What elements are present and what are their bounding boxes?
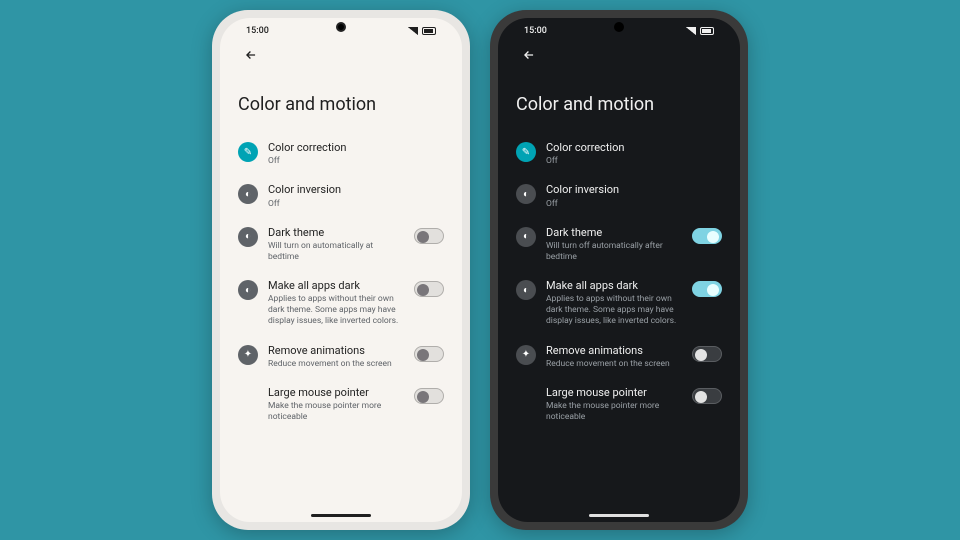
row-dark-theme[interactable]: ◐ Dark theme Will turn off automatically… [512,218,726,271]
signal-icon [408,27,418,35]
contrast-icon: ◐ [516,184,536,204]
toggle-make-all-apps-dark[interactable] [414,281,444,297]
toggle-remove-animations[interactable] [414,346,444,362]
status-icons [686,27,714,35]
moon-icon: ◐ [238,280,258,300]
label: Remove animations [546,344,678,358]
row-color-inversion[interactable]: ◐ Color inversion Off [512,175,726,217]
sparkle-icon: ✦ [516,345,536,365]
toggle-dark-theme[interactable] [414,228,444,244]
moon-icon: ◐ [516,280,536,300]
home-indicator[interactable] [589,514,649,517]
row-remove-animations[interactable]: ✦ Remove animations Reduce movement on t… [234,336,448,378]
toggle-make-all-apps-dark[interactable] [692,281,722,297]
phone-light: 15:00 Color and motion ✎ Color correctio… [212,10,470,530]
battery-icon [700,27,714,35]
back-button[interactable] [240,44,262,66]
subtext: Off [268,199,440,210]
row-large-mouse-pointer[interactable]: Large mouse pointer Make the mouse point… [512,378,726,431]
pencil-icon: ✎ [516,142,536,162]
status-time: 15:00 [524,26,547,36]
toggle-dark-theme[interactable] [692,228,722,244]
row-color-inversion[interactable]: ◐ Color inversion Off [234,175,448,217]
subtext: Will turn off automatically after bedtim… [546,241,678,263]
screen: 15:00 Color and motion ✎ Color correctio… [220,18,462,522]
label: Large mouse pointer [268,386,400,400]
sparkle-icon: ✦ [238,345,258,365]
label: Color correction [268,141,440,155]
page-title: Color and motion [234,66,448,133]
home-indicator[interactable] [311,514,371,517]
subtext: Off [268,156,440,167]
moon-icon: ◐ [238,227,258,247]
subtext: Applies to apps without their own dark t… [268,294,400,327]
pencil-icon: ✎ [238,142,258,162]
phone-dark: 15:00 Color and motion ✎ Color correctio… [490,10,748,530]
label: Color inversion [546,183,718,197]
row-make-all-apps-dark[interactable]: ◐ Make all apps dark Applies to apps wit… [234,271,448,335]
label: Color inversion [268,183,440,197]
status-icons [408,27,436,35]
subtext: Make the mouse pointer more noticeable [546,401,678,423]
contrast-icon: ◐ [238,184,258,204]
row-color-correction[interactable]: ✎ Color correction Off [234,133,448,175]
row-large-mouse-pointer[interactable]: Large mouse pointer Make the mouse point… [234,378,448,431]
page-title: Color and motion [512,66,726,133]
label: Remove animations [268,344,400,358]
camera-cutout [336,22,346,32]
row-make-all-apps-dark[interactable]: ◐ Make all apps dark Applies to apps wit… [512,271,726,335]
subtext: Off [546,156,718,167]
subtext: Reduce movement on the screen [546,359,678,370]
row-dark-theme[interactable]: ◐ Dark theme Will turn on automatically … [234,218,448,271]
row-remove-animations[interactable]: ✦ Remove animations Reduce movement on t… [512,336,726,378]
toggle-remove-animations[interactable] [692,346,722,362]
subtext: Reduce movement on the screen [268,359,400,370]
label: Make all apps dark [268,279,400,293]
subtext: Applies to apps without their own dark t… [546,294,678,327]
toggle-large-mouse-pointer[interactable] [414,388,444,404]
label: Color correction [546,141,718,155]
row-color-correction[interactable]: ✎ Color correction Off [512,133,726,175]
toggle-large-mouse-pointer[interactable] [692,388,722,404]
status-time: 15:00 [246,26,269,36]
camera-cutout [614,22,624,32]
label: Make all apps dark [546,279,678,293]
label: Large mouse pointer [546,386,678,400]
subtext: Will turn on automatically at bedtime [268,241,400,263]
subtext: Off [546,199,718,210]
battery-icon [422,27,436,35]
label: Dark theme [546,226,678,240]
screen: 15:00 Color and motion ✎ Color correctio… [498,18,740,522]
label: Dark theme [268,226,400,240]
back-button[interactable] [518,44,540,66]
subtext: Make the mouse pointer more noticeable [268,401,400,423]
signal-icon [686,27,696,35]
moon-icon: ◐ [516,227,536,247]
